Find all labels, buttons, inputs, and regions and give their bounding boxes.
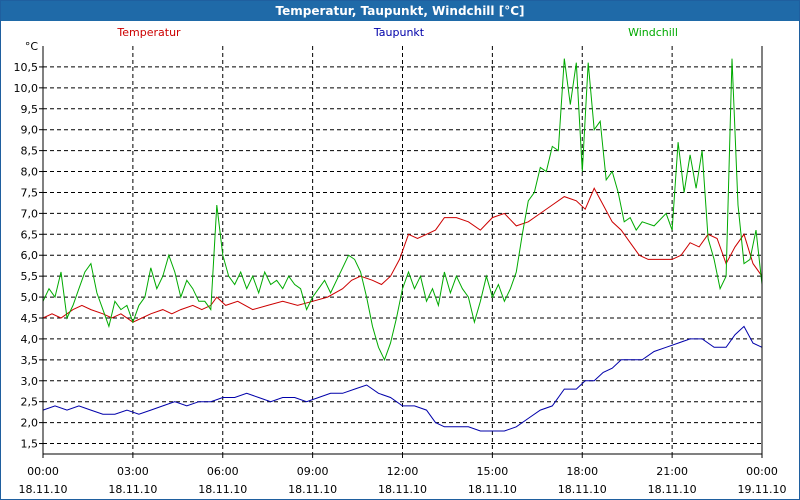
y-tick-label: 4,5 (21, 312, 39, 325)
y-tick-label: 5,5 (21, 270, 39, 283)
y-tick-label: 6,5 (21, 228, 39, 241)
y-tick-label: 9,5 (21, 103, 39, 116)
x-tick-time: 00:00 (27, 465, 59, 478)
chart-title: Temperatur, Taupunkt, Windchill [°C] (1, 1, 799, 21)
x-tick-time: 15:00 (477, 465, 509, 478)
y-tick-label: 3,0 (21, 375, 39, 388)
y-tick-label: 3,5 (21, 354, 39, 367)
y-tick-label: 5,0 (21, 291, 39, 304)
x-tick-time: 06:00 (207, 465, 239, 478)
y-tick-label: 8,0 (21, 166, 39, 179)
y-tick-label: 10,5 (14, 61, 39, 74)
legend-label-windchill: Windchill (628, 26, 678, 39)
x-tick-date: 18.11.10 (108, 483, 157, 496)
chart-svg: 1,5 2,0 2,5 3,0 3,5 4,0 4,5 5,0 5,5 6,0 6,5 7,0 7,5 8… (14, 26, 787, 496)
y-tick-label: 10,0 (14, 82, 39, 95)
x-tick-date: 18.11.10 (378, 483, 427, 496)
y-tick-label: 7,0 (21, 207, 39, 220)
x-tick-date: 18.11.10 (198, 483, 247, 496)
x-tick-date: 18.11.10 (19, 483, 68, 496)
legend-label-taupunkt: Taupunkt (373, 26, 425, 39)
x-tick-date: 19.11.10 (738, 483, 787, 496)
chart-window: Temperatur, Taupunkt, Windchill [°C] 1,5… (0, 0, 800, 500)
y-tick-label: 7,5 (21, 186, 39, 199)
y-tick-label: 2,5 (21, 396, 39, 409)
x-tick-time: 12:00 (387, 465, 419, 478)
legend: Temperatur Taupunkt Windchill (116, 26, 678, 39)
x-tick-date: 18.11.10 (288, 483, 337, 496)
y-tick-label: 2,0 (21, 417, 39, 430)
x-tick-time: 00:00 (746, 465, 778, 478)
x-tick-time: 09:00 (297, 465, 329, 478)
x-tick-time: 21:00 (656, 465, 688, 478)
x-tick-date: 18.11.10 (648, 483, 697, 496)
y-tick-label: 8,5 (21, 145, 39, 158)
legend-label-temperatur: Temperatur (116, 26, 181, 39)
x-tick-date: 18.11.10 (468, 483, 517, 496)
y-tick-label: 6,0 (21, 249, 39, 262)
y-unit-label: °C (25, 40, 39, 53)
x-tick-time: 03:00 (117, 465, 149, 478)
y-tick-label: 9,0 (21, 124, 39, 137)
x-tick-time: 18:00 (566, 465, 598, 478)
y-axis: 1,5 2,0 2,5 3,0 3,5 4,0 4,5 5,0 5,5 6,0 6,5 7,0 7,5 8… (14, 40, 43, 451)
y-tick-label: 1,5 (21, 438, 39, 451)
y-tick-label: 4,0 (21, 333, 39, 346)
x-tick-date: 18.11.10 (558, 483, 607, 496)
